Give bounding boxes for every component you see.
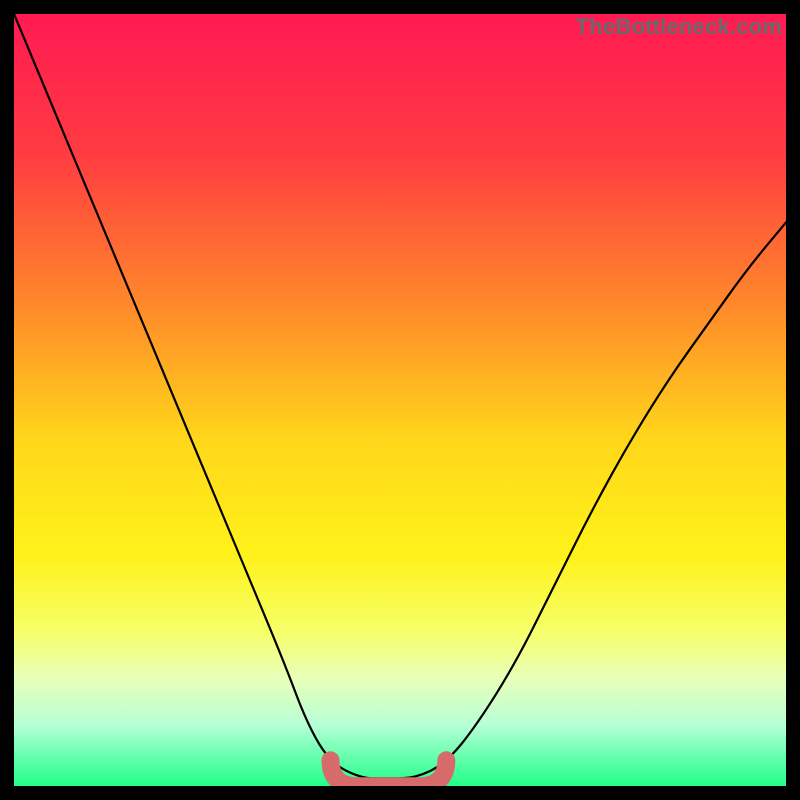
curve-layer	[14, 14, 786, 786]
watermark-text: TheBottleneck.com	[576, 14, 782, 40]
chart-frame: TheBottleneck.com	[0, 0, 800, 800]
optimal-flat-region	[331, 760, 447, 786]
bottleneck-curve	[14, 14, 786, 778]
plot-area	[14, 14, 786, 786]
